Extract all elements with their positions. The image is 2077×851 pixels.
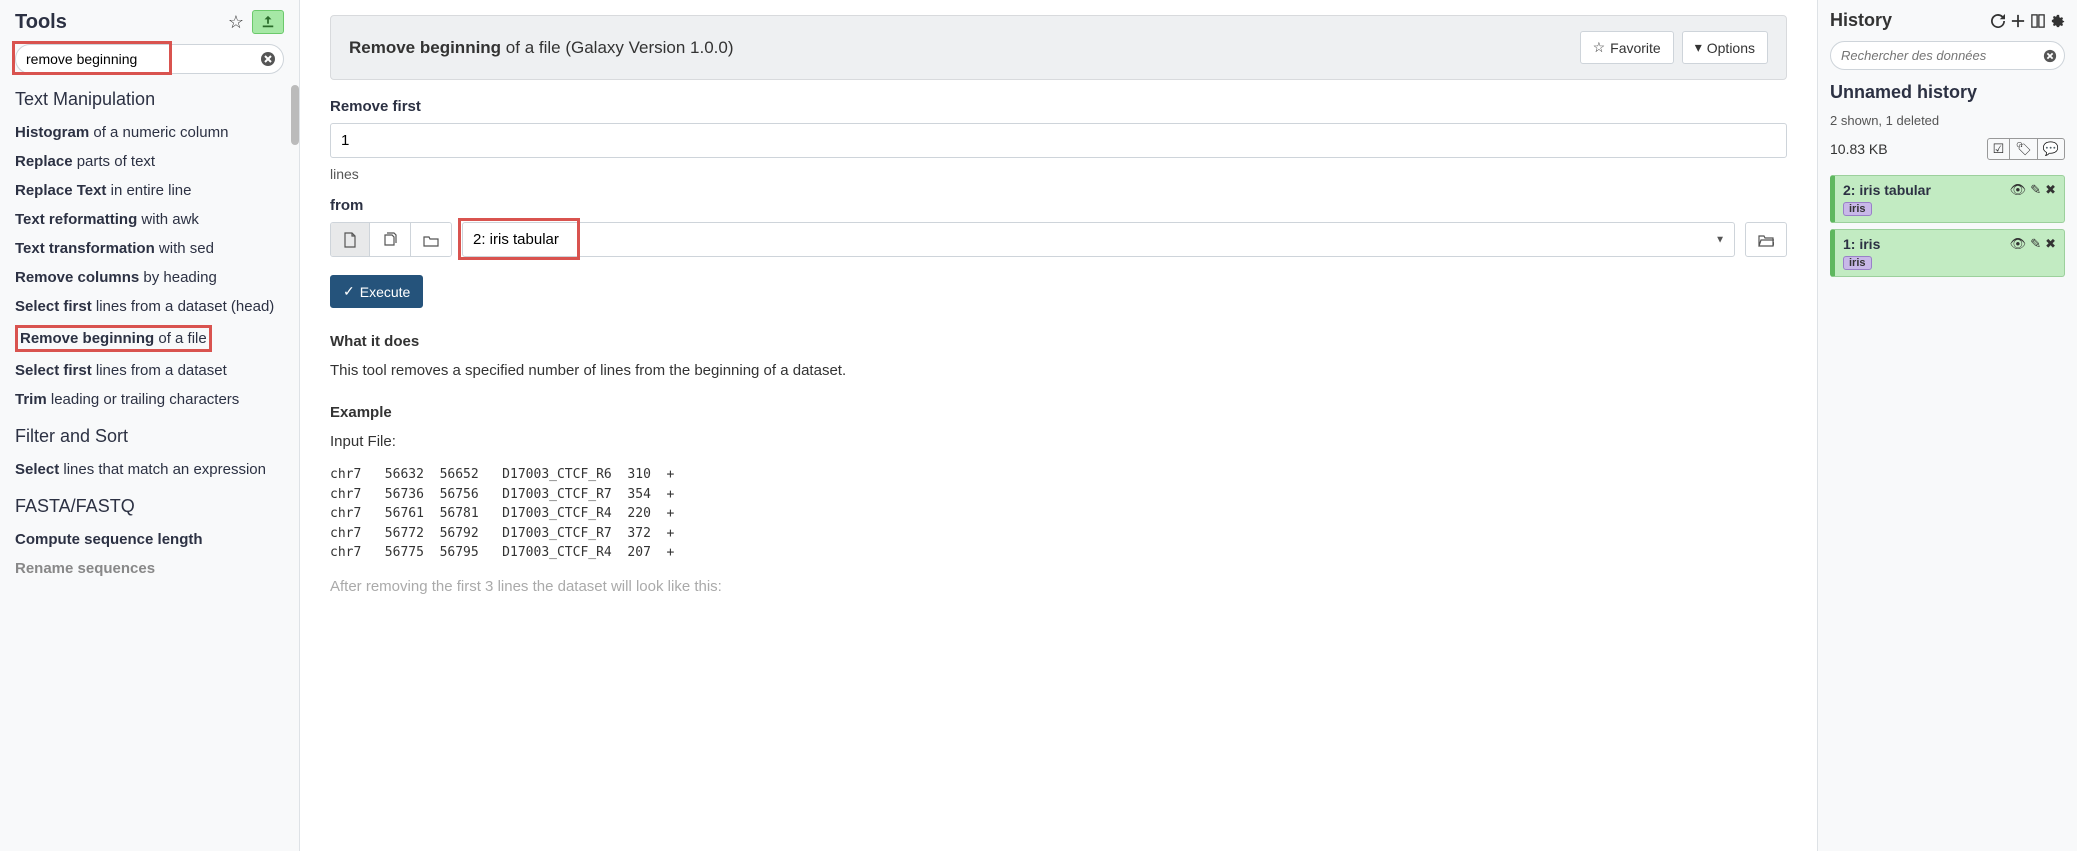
category-title[interactable]: Filter and Sort — [15, 426, 284, 447]
tool-item[interactable]: Text transformation with sed — [15, 234, 284, 263]
tool-item[interactable]: Replace parts of text — [15, 147, 284, 176]
tool-form-panel: Remove beginning of a file (Galaxy Versi… — [300, 0, 1817, 851]
param-label: Remove first — [330, 98, 1787, 115]
single-file-icon[interactable] — [331, 223, 370, 256]
eye-icon[interactable]: 👁 — [2010, 182, 2027, 198]
tool-item[interactable]: Compute sequence length — [15, 525, 284, 554]
dataset-name: 2: iris tabular — [1843, 182, 1931, 198]
options-button[interactable]: ▾ Options — [1682, 31, 1768, 64]
favorite-button[interactable]: ☆ Favorite — [1580, 31, 1674, 64]
dataset-item[interactable]: 1: iris 👁 ✎ ✖ iris — [1830, 229, 2065, 277]
tools-title: Tools — [15, 11, 67, 34]
history-size: 10.83 KB — [1830, 141, 1888, 157]
tags-icon[interactable]: 🏷 — [2010, 139, 2038, 159]
scrollbar[interactable] — [291, 85, 299, 145]
help-text: This tool removes a specified number of … — [330, 362, 1787, 379]
annotation-icon[interactable]: 💬 — [2038, 139, 2064, 159]
check-icon: ✓ — [343, 283, 355, 300]
dataset-name: 1: iris — [1843, 236, 1880, 252]
multi-file-icon[interactable] — [370, 223, 411, 256]
input-type-switch — [330, 222, 452, 257]
collection-icon[interactable] — [411, 223, 451, 256]
dataset-item[interactable]: 2: iris tabular 👁 ✎ ✖ iris — [1830, 175, 2065, 223]
category-title[interactable]: Text Manipulation — [15, 89, 284, 110]
tools-panel: Tools ☆ Text Manipulation Histogram of a… — [0, 0, 300, 851]
eye-icon[interactable]: 👁 — [2010, 236, 2027, 252]
star-icon: ☆ — [1593, 39, 1606, 56]
example-title: Example — [330, 404, 1787, 421]
tool-category: Filter and Sort Select lines that match … — [15, 426, 284, 484]
category-title[interactable]: FASTA/FASTQ — [15, 496, 284, 517]
refresh-icon[interactable] — [1991, 14, 2005, 28]
history-title: History — [1830, 10, 1892, 31]
edit-icon[interactable]: ✎ — [2030, 236, 2041, 252]
tool-item[interactable]: Select first lines from a dataset (head) — [15, 292, 284, 321]
tool-item[interactable]: Select lines that match an expression — [15, 455, 284, 484]
history-action-icons: ☑ 🏷 💬 — [1987, 138, 2065, 160]
favorites-icon[interactable]: ☆ — [228, 12, 244, 33]
tool-item[interactable]: Rename sequences — [15, 554, 284, 583]
clear-search-icon[interactable] — [2043, 49, 2057, 63]
history-name[interactable]: Unnamed history — [1830, 82, 2065, 103]
edit-icon[interactable]: ✎ — [2030, 182, 2041, 198]
gear-icon[interactable] — [2051, 14, 2065, 28]
dataset-tag[interactable]: iris — [1843, 256, 1872, 270]
param-hint: lines — [330, 166, 1787, 182]
from-label: from — [330, 197, 1787, 214]
browse-button[interactable] — [1745, 222, 1787, 257]
execute-button[interactable]: ✓ Execute — [330, 275, 423, 308]
tool-version: of a file (Galaxy Version 1.0.0) — [501, 38, 733, 57]
tool-item[interactable]: Replace Text in entire line — [15, 176, 284, 205]
example-data: chr7 56632 56652 D17003_CTCF_R6 310 + ch… — [330, 465, 1787, 563]
dataset-tag[interactable]: iris — [1843, 202, 1872, 216]
tool-header: Remove beginning of a file (Galaxy Versi… — [330, 15, 1787, 80]
from-dataset-select[interactable] — [462, 222, 1735, 257]
tool-name: Remove beginning — [349, 38, 501, 57]
new-history-icon[interactable] — [2011, 14, 2025, 28]
history-search-input[interactable] — [1830, 41, 2065, 70]
upload-button[interactable] — [252, 10, 284, 34]
delete-icon[interactable]: ✖ — [2045, 182, 2056, 198]
history-meta: 2 shown, 1 deleted — [1830, 113, 2065, 128]
select-icon[interactable]: ☑ — [1988, 139, 2011, 159]
tool-item[interactable]: Select first lines from a dataset — [15, 356, 284, 385]
tool-item[interactable]: Text reformatting with awk — [15, 205, 284, 234]
tool-item[interactable]: Trim leading or trailing characters — [15, 385, 284, 414]
history-panel: History Unnamed history 2 shown, 1 delet… — [1817, 0, 2077, 851]
view-all-icon[interactable] — [2031, 14, 2045, 28]
delete-icon[interactable]: ✖ — [2045, 236, 2056, 252]
example-input-label: Input File: — [330, 433, 1787, 450]
tool-item[interactable]: Histogram of a numeric column — [15, 118, 284, 147]
tool-item[interactable]: Remove columns by heading — [15, 263, 284, 292]
caret-down-icon: ▾ — [1695, 39, 1702, 56]
help-title: What it does — [330, 333, 1787, 350]
tool-item-highlighted[interactable]: Remove beginning of a file — [15, 321, 284, 356]
tool-category: FASTA/FASTQ Compute sequence length Rena… — [15, 496, 284, 583]
remove-first-input[interactable] — [330, 123, 1787, 158]
tool-category: Text Manipulation Histogram of a numeric… — [15, 89, 284, 414]
example-after-text: After removing the first 3 lines the dat… — [330, 578, 1787, 595]
clear-search-icon[interactable] — [260, 51, 276, 67]
tool-search-input[interactable] — [15, 44, 284, 74]
